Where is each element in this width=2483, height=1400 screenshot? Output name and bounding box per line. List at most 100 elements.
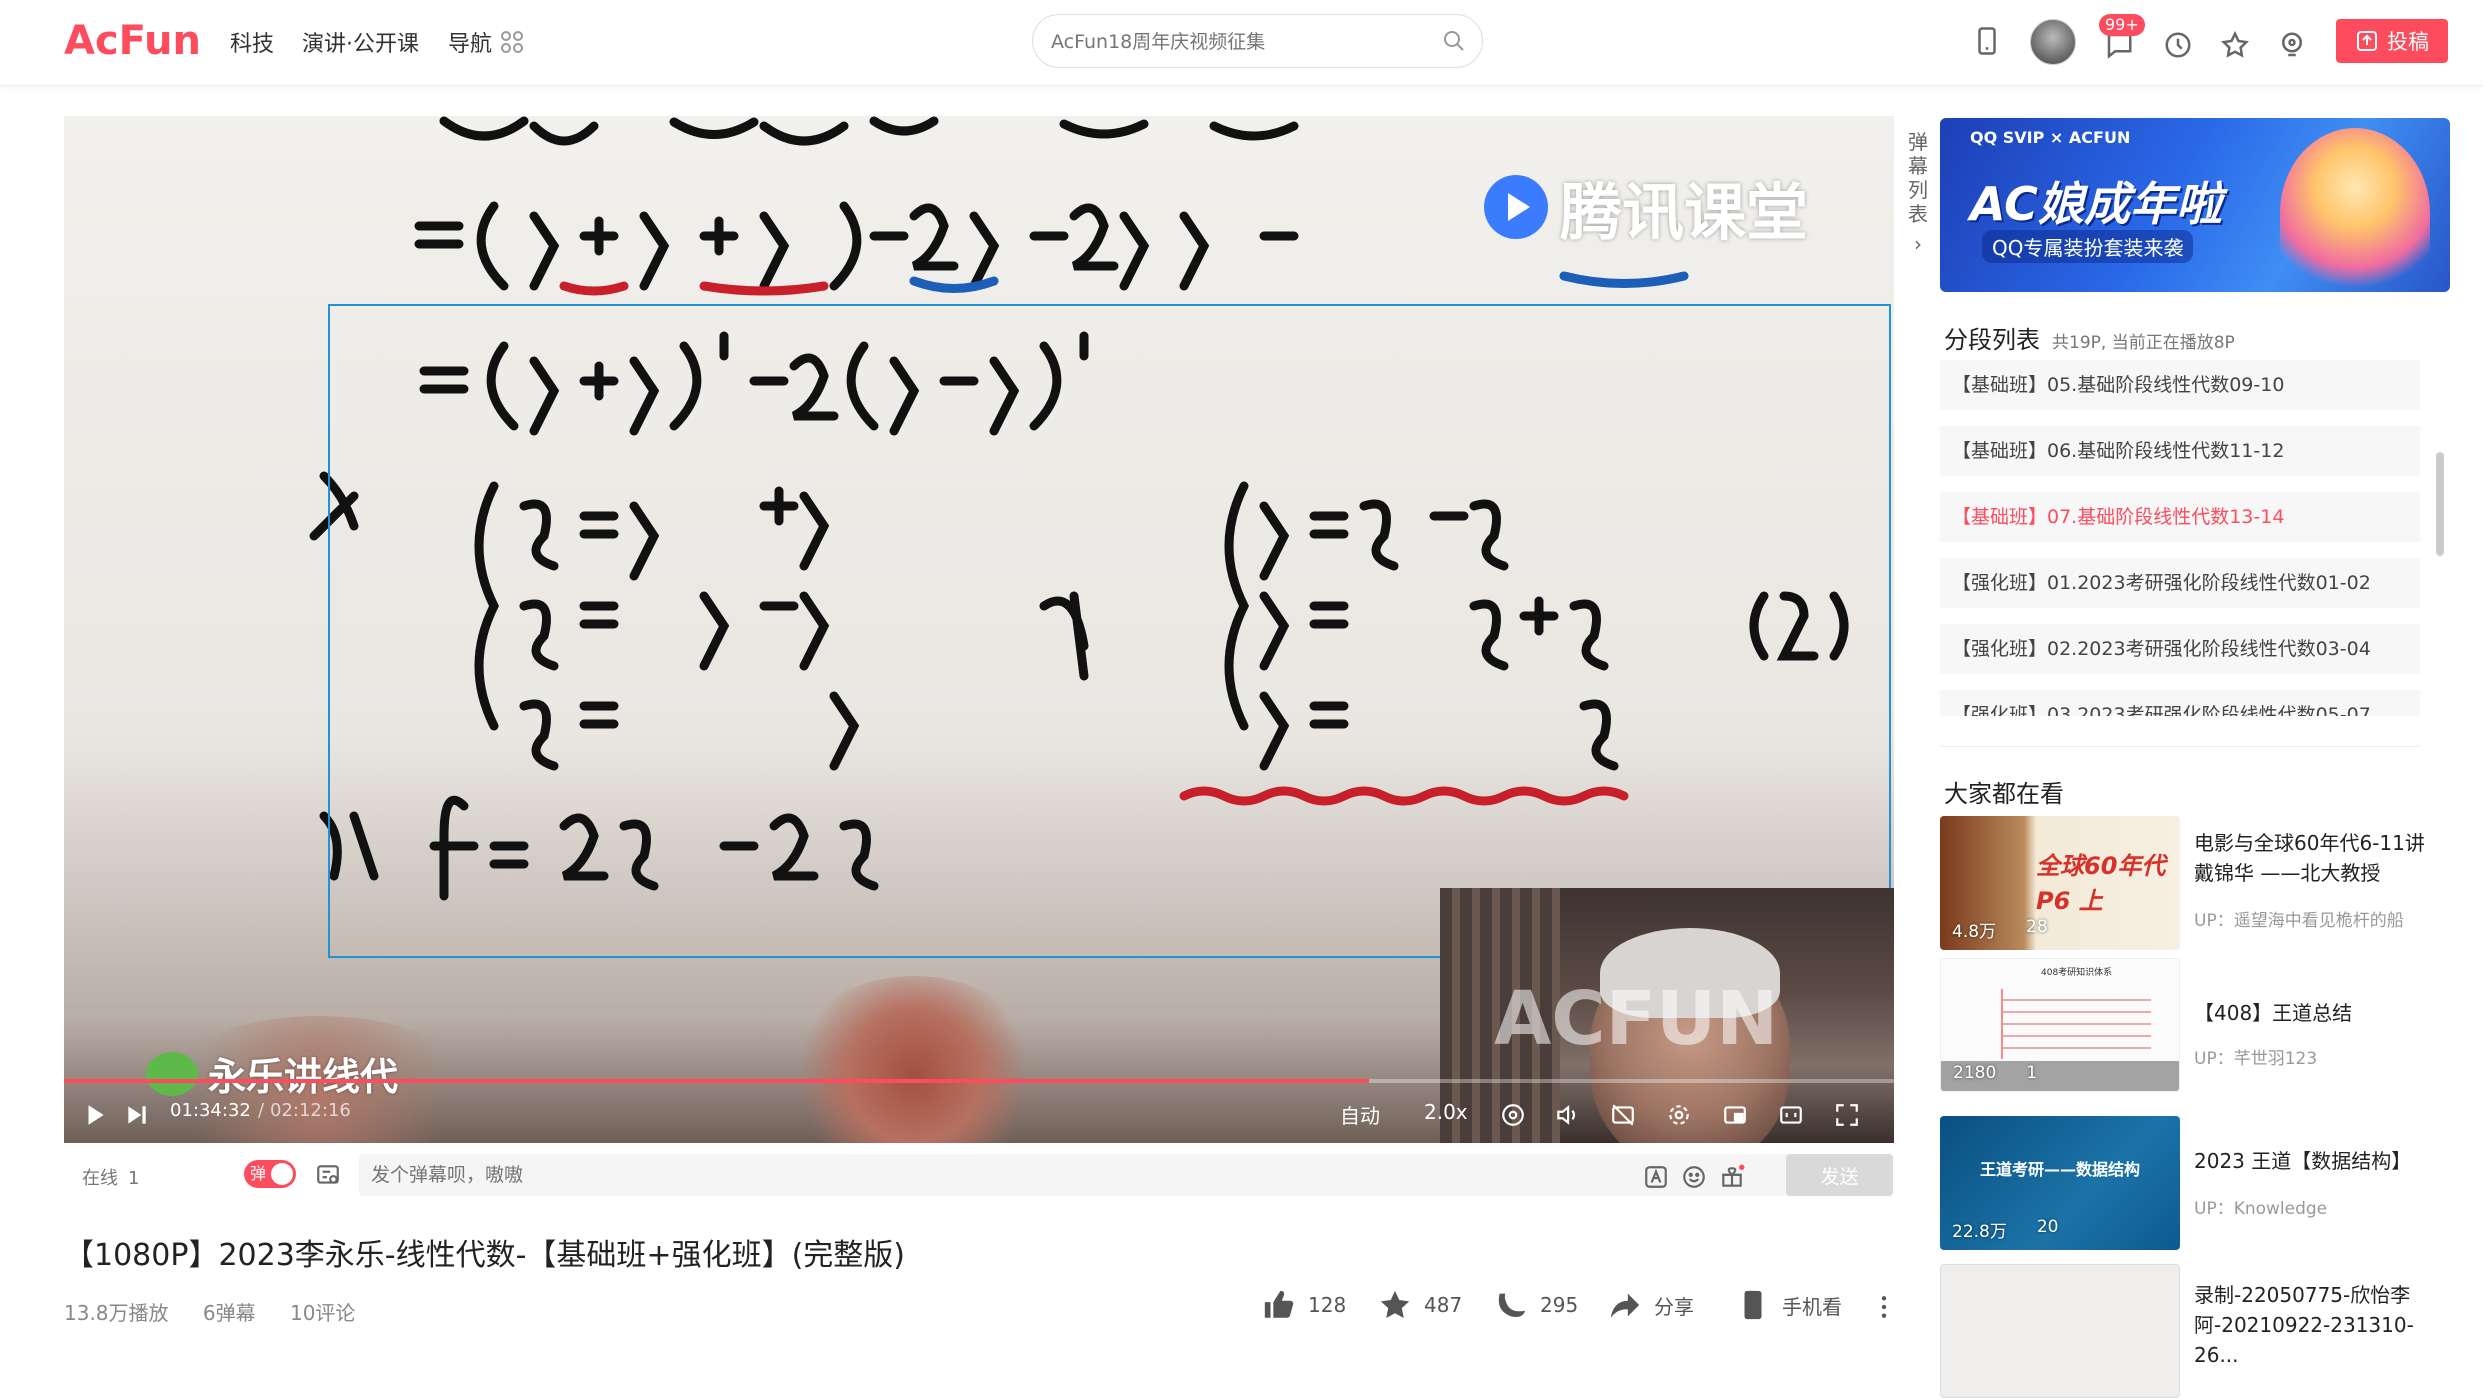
player-controls: 01:34:32 / 02:12:16 自动 2.0x (64, 1086, 1894, 1143)
comment-count[interactable]: 10评论 (290, 1301, 355, 1325)
like-button[interactable]: 128 (1262, 1288, 1346, 1322)
star-icon (1380, 1290, 1410, 1319)
text-style-icon[interactable] (1643, 1164, 1669, 1190)
danmaku-list-toggle[interactable]: 弹幕列表 › (1903, 130, 1933, 256)
rec-comments: 20 (2036, 1217, 2059, 1237)
danmaku-settings-icon[interactable] (314, 1162, 342, 1188)
video-stats: 13.8万播放 6弹幕 10评论 (64, 1297, 383, 1326)
segment-item-active[interactable]: 【基础班】07.基础阶段线性代数13-14 (1940, 492, 2420, 542)
segment-list: 【基础班】05.基础阶段线性代数09-10 【基础班】06.基础阶段线性代数11… (1940, 360, 2420, 716)
avatar[interactable] (2030, 19, 2076, 65)
recommend-uploader[interactable]: UP：Knowledge (2194, 1194, 2327, 1219)
current-time: 01:34:32 (170, 1100, 251, 1121)
duration: 02:12:16 (270, 1100, 351, 1121)
nav-tech[interactable]: 科技 (230, 26, 274, 58)
send-button[interactable]: 发送 (1786, 1154, 1893, 1196)
upload-button[interactable]: 投稿 (2336, 19, 2448, 63)
fullscreen-icon[interactable] (1834, 1102, 1860, 1128)
tencent-classroom-watermark: 腾讯课堂 (1484, 162, 1808, 252)
logo-text: AcFun (64, 18, 201, 64)
search-input[interactable] (1051, 27, 1411, 57)
segment-item[interactable]: 【强化班】01.2023考研强化阶段线性代数01-02 (1940, 558, 2420, 608)
progress-bar[interactable] (64, 1079, 1894, 1083)
thumb-text: 全球60年代 P6 上 (2036, 852, 2166, 915)
thumb-stats: 2180 1 (1953, 1063, 2037, 1083)
gift-icon[interactable] (1719, 1164, 1745, 1190)
next-icon[interactable] (124, 1102, 150, 1128)
recommend-title-text[interactable]: 【408】王道总结 (2194, 998, 2444, 1028)
segment-item[interactable]: 【强化班】02.2023考研强化阶段线性代数03-04 (1940, 624, 2420, 674)
acfun-watermark: ACFUN (1494, 976, 1779, 1062)
mini-player-icon[interactable] (1722, 1102, 1748, 1128)
recommend-title-text[interactable]: 录制-22050775-欣怡李阿-20210922-231310-26... (2194, 1280, 2444, 1370)
banana-icon (1498, 1293, 1526, 1318)
pip-icon[interactable] (1500, 1102, 1526, 1128)
search-box[interactable] (1032, 14, 1483, 68)
mobile-icon[interactable] (1972, 26, 2002, 56)
play-count: 13.8万播放 (64, 1301, 169, 1325)
recommend-uploader[interactable]: UP：遥望海中看见桅杆的船 (2194, 906, 2404, 931)
settings-icon[interactable] (1666, 1102, 1692, 1128)
nav-guide[interactable]: 导航 (448, 26, 492, 58)
grid-icon[interactable] (500, 30, 524, 54)
recommend-thumbnail[interactable]: 王道考研——数据结构 22.8万 20 (1940, 1116, 2180, 1250)
play-icon[interactable] (82, 1102, 108, 1128)
video-player[interactable]: 腾讯课堂 ACFUN 永乐讲线代 01:34:32 / 02:12:16 自动 … (64, 116, 1894, 1143)
banner-subtitle: QQ专属装扮套装来袭 (1982, 230, 2194, 263)
recommend-thumbnail[interactable] (1940, 1264, 2180, 1398)
recommend-thumbnail[interactable]: 408考研知识体系 2180 1 (1940, 958, 2180, 1092)
upload-label: 投稿 (2387, 30, 2429, 54)
mobile-watch-button[interactable]: 手机看 (1736, 1288, 1842, 1322)
recommend-thumbnail[interactable]: 全球60年代 P6 上 4.8万 28 (1940, 816, 2180, 950)
acfun-logo[interactable]: AcFun (64, 16, 212, 64)
recommend-item[interactable]: 全球60年代 P6 上 4.8万 28 电影与全球60年代6-11讲 戴锦华 ——… (1940, 816, 2450, 952)
more-icon[interactable] (1874, 1294, 1894, 1320)
volume-icon[interactable] (1554, 1102, 1580, 1128)
recommend-item[interactable]: 王道考研——数据结构 22.8万 20 2023 王道【数据结构】 UP：Know… (1940, 1116, 2450, 1252)
danmaku-input-box[interactable] (359, 1154, 1789, 1196)
danmaku-bar: 在线 1 弹 发送 (64, 1148, 1894, 1202)
favorite-button[interactable]: 487 (1378, 1288, 1462, 1322)
speed-button[interactable]: 2.0x (1424, 1100, 1468, 1124)
recommend-item[interactable]: 录制-22050775-欣怡李阿-20210922-231310-26... (1940, 1264, 2450, 1400)
ac-niang-illustration (2280, 128, 2430, 292)
web-fullscreen-icon[interactable] (1778, 1102, 1804, 1128)
segment-scrollbar[interactable] (2436, 452, 2444, 556)
history-icon[interactable] (2163, 30, 2193, 60)
dynamic-icon[interactable] (2277, 30, 2307, 60)
rec-plays: 22.8万 (1952, 1222, 2007, 1242)
favorite-count: 487 (1424, 1293, 1463, 1317)
recommend-title-text[interactable]: 2023 王道【数据结构】 (2194, 1146, 2444, 1176)
thumb-text: 王道考研——数据结构 (1980, 1160, 2141, 1179)
emoji-icon[interactable] (1681, 1164, 1707, 1190)
recommend-item[interactable]: 408考研知识体系 2180 1 【408】王道总结 UP：芊世羽123 (1940, 958, 2450, 1094)
banner-title: AC娘成年啦 (1970, 177, 2222, 231)
watermark-text: 腾讯课堂 (1560, 176, 1809, 249)
nav-speech[interactable]: 演讲·公开课 (302, 26, 419, 58)
video-title: 【1080P】2023李永乐-线性代数-【基础班+强化班】(完整版) (64, 1238, 905, 1273)
recommend-title-text[interactable]: 电影与全球60年代6-11讲 戴锦华 ——北大教授 (2194, 828, 2444, 888)
share-button[interactable]: 分享 (1608, 1288, 1694, 1322)
upload-icon (2357, 31, 2377, 51)
danmaku-off-icon[interactable] (1610, 1102, 1636, 1128)
rec-plays: 2180 (1953, 1063, 1997, 1083)
banana-count: 295 (1540, 1293, 1579, 1317)
danmaku-input[interactable] (371, 1162, 1571, 1188)
online-count: 在线 1 (82, 1164, 139, 1190)
segment-item[interactable]: 【强化班】03.2023考研强化阶段线性代数05-07 (1940, 690, 2420, 716)
quality-button[interactable]: 自动 (1340, 1100, 1380, 1129)
recommend-uploader[interactable]: UP：芊世羽123 (2194, 1044, 2317, 1069)
segment-item[interactable]: 【基础班】05.基础阶段线性代数09-10 (1940, 360, 2420, 410)
favorite-icon[interactable] (2220, 30, 2250, 60)
danmaku-count: 6弹幕 (202, 1301, 256, 1325)
online-number: 1 (128, 1168, 140, 1189)
banana-button[interactable]: 295 (1494, 1288, 1578, 1322)
search-icon[interactable] (1442, 29, 1466, 53)
danmaku-toggle[interactable]: 弹 (244, 1160, 296, 1188)
thumb-text: 408考研知识体系 (2041, 968, 2113, 978)
rec-plays: 4.8万 (1952, 922, 1997, 942)
segment-item[interactable]: 【基础班】06.基础阶段线性代数11-12 (1940, 426, 2420, 476)
promo-banner[interactable]: QQ SVIP × ACFUN AC娘成年啦 QQ专属装扮套装来袭 (1940, 118, 2450, 292)
divider (1940, 746, 2420, 747)
phone-icon (1744, 1290, 1762, 1320)
